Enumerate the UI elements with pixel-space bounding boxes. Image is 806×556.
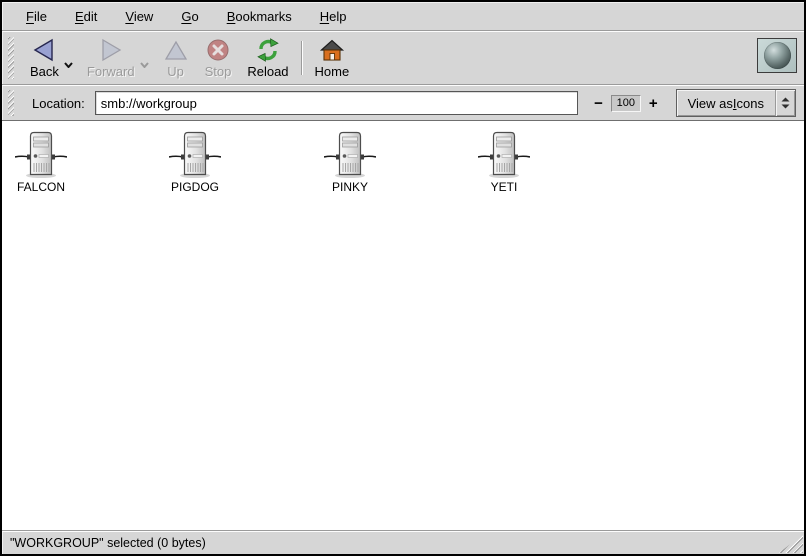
location-label: Location: xyxy=(32,96,85,111)
view-as-dropdown[interactable]: View as Icons xyxy=(676,89,796,117)
toolbar-separator xyxy=(301,41,303,75)
file-manager-window: File Edit View Go Bookmarks Help Back xyxy=(0,0,806,556)
computer-icon xyxy=(169,130,221,178)
menu-bar: File Edit View Go Bookmarks Help xyxy=(2,2,804,30)
icon-label: PINKY xyxy=(332,180,368,194)
icon-label: YETI xyxy=(491,180,518,194)
up-down-arrows-icon xyxy=(781,97,790,109)
back-icon xyxy=(31,38,57,62)
home-button-label: Home xyxy=(315,64,350,79)
zoom-out-button[interactable]: − xyxy=(590,96,607,111)
chevron-down-icon xyxy=(64,62,73,68)
computer-icon xyxy=(15,130,67,178)
forward-button[interactable]: Forward xyxy=(83,36,139,81)
reload-icon xyxy=(255,38,281,62)
zoom-in-button[interactable]: + xyxy=(645,96,662,111)
forward-history-dropdown[interactable] xyxy=(140,62,149,68)
up-button-label: Up xyxy=(167,64,184,79)
view-as-label: View as Icons xyxy=(677,90,775,116)
home-button[interactable]: Home xyxy=(311,36,354,81)
throbber-globe-icon xyxy=(764,42,791,69)
computer-icon xyxy=(478,130,530,178)
reload-button[interactable]: Reload xyxy=(243,36,292,81)
up-button[interactable]: Up xyxy=(159,36,193,81)
chevron-down-icon xyxy=(140,62,149,68)
toolbar: Back Forward xyxy=(2,32,804,84)
status-text: "WORKGROUP" selected (0 bytes) xyxy=(10,536,206,550)
zoom-control: − 100 + xyxy=(590,95,662,112)
menu-edit[interactable]: Edit xyxy=(61,5,111,28)
status-bar: "WORKGROUP" selected (0 bytes) xyxy=(2,532,804,554)
network-host-yeti[interactable]: YETI xyxy=(465,130,543,194)
menu-bookmarks[interactable]: Bookmarks xyxy=(213,5,306,28)
toolbar-drag-handle[interactable] xyxy=(8,37,14,79)
menu-file[interactable]: File xyxy=(12,5,61,28)
forward-button-label: Forward xyxy=(87,64,135,79)
resize-grip[interactable] xyxy=(779,534,803,553)
back-history-dropdown[interactable] xyxy=(64,62,73,68)
stop-button-label: Stop xyxy=(205,64,232,79)
network-host-pigdog[interactable]: PIGDOG xyxy=(156,130,234,194)
network-host-pinky[interactable]: PINKY xyxy=(311,130,389,194)
zoom-level-indicator[interactable]: 100 xyxy=(611,95,641,112)
menu-view[interactable]: View xyxy=(111,5,167,28)
stop-button[interactable]: Stop xyxy=(201,36,236,81)
menu-help[interactable]: Help xyxy=(306,5,361,28)
forward-icon xyxy=(98,38,124,62)
throbber xyxy=(757,38,797,73)
stop-icon xyxy=(205,38,231,62)
computer-icon xyxy=(324,130,376,178)
menu-go[interactable]: Go xyxy=(167,5,212,28)
back-button-label: Back xyxy=(30,64,59,79)
view-as-arrows[interactable] xyxy=(775,90,795,116)
folder-view[interactable]: FALCON PIGDOG PINKY YETI xyxy=(2,120,804,530)
up-icon xyxy=(163,38,189,62)
reload-button-label: Reload xyxy=(247,64,288,79)
icon-label: FALCON xyxy=(17,180,65,194)
location-bar-drag-handle[interactable] xyxy=(8,90,14,116)
home-icon xyxy=(319,38,345,62)
back-button[interactable]: Back xyxy=(26,36,63,81)
location-bar: Location: − 100 + View as Icons xyxy=(2,86,804,120)
location-input[interactable] xyxy=(95,91,578,115)
icon-label: PIGDOG xyxy=(171,180,219,194)
network-host-falcon[interactable]: FALCON xyxy=(2,130,80,194)
